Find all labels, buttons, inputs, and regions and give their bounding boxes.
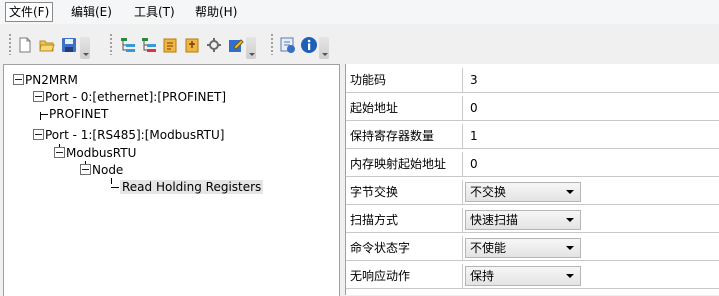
tree-node-read-holding-registers[interactable]: Read Holding Registers bbox=[111, 179, 264, 196]
select-value: 不使能 bbox=[470, 241, 507, 255]
select-value: 快速扫描 bbox=[470, 213, 519, 227]
tree-line bbox=[111, 187, 119, 188]
select-value: 不交换 bbox=[470, 185, 507, 199]
tree-node-modbusrtu[interactable]: ModbusRTU bbox=[54, 145, 136, 162]
dropdown-arrow-icon[interactable] bbox=[566, 274, 574, 278]
property-key: 保持寄存器数量 bbox=[350, 129, 435, 143]
property-key: 命令状态字 bbox=[350, 241, 411, 255]
property-key: 字节交换 bbox=[350, 185, 399, 199]
select-value: 保持 bbox=[470, 269, 495, 283]
tree-node-label: ModbusRTU bbox=[66, 146, 137, 160]
tree-node-label: Port - 0:[ethernet]:[PROFINET] bbox=[45, 90, 227, 104]
property-key: 无响应动作 bbox=[350, 269, 411, 283]
property-row: 功能码 3 bbox=[346, 68, 719, 93]
byte-swap-select[interactable]: 不交换 bbox=[465, 182, 581, 202]
property-value-input[interactable]: 3 bbox=[470, 68, 478, 92]
export-icon[interactable] bbox=[183, 36, 201, 54]
column-divider bbox=[462, 152, 463, 176]
settings-icon[interactable] bbox=[205, 36, 223, 54]
tree-line bbox=[40, 114, 48, 115]
column-divider bbox=[462, 264, 463, 288]
tree-node-node[interactable]: Node bbox=[80, 162, 123, 179]
property-row: 字节交换 不交换 bbox=[346, 180, 719, 205]
column-divider bbox=[462, 68, 463, 92]
property-value-input[interactable]: 0 bbox=[470, 152, 478, 176]
column-divider bbox=[462, 236, 463, 260]
tree-node-label: Node bbox=[92, 163, 124, 177]
column-divider bbox=[462, 208, 463, 232]
menu-bar: 文件(F) 编辑(E) 工具(T) 帮助(H) bbox=[0, 0, 719, 24]
property-key: 起始地址 bbox=[350, 101, 399, 115]
collapse-icon[interactable] bbox=[13, 74, 24, 85]
property-row: 命令状态字 不使能 bbox=[346, 236, 719, 261]
collapse-icon[interactable] bbox=[80, 164, 91, 175]
delete-node-icon[interactable] bbox=[140, 36, 158, 54]
menu-tools[interactable]: 工具(T) bbox=[131, 3, 178, 21]
toolbar-overflow[interactable] bbox=[319, 37, 329, 59]
property-row: 起始地址 0 bbox=[346, 96, 719, 121]
tree-node-port1[interactable]: Port - 1:[RS485]:[ModbusRTU] bbox=[33, 127, 224, 144]
column-divider bbox=[462, 124, 463, 148]
column-divider bbox=[462, 96, 463, 120]
tree-node-label: PROFINET bbox=[49, 107, 109, 121]
property-row: 保持寄存器数量 1 bbox=[346, 124, 719, 149]
dropdown-arrow-icon[interactable] bbox=[566, 218, 574, 222]
toolbar-overflow[interactable] bbox=[246, 37, 256, 59]
edit-icon[interactable] bbox=[227, 36, 245, 54]
property-value-input[interactable]: 1 bbox=[470, 124, 478, 148]
collapse-icon[interactable] bbox=[54, 147, 65, 158]
tree-node-profinet[interactable]: PROFINET bbox=[40, 106, 108, 123]
property-key: 内存映射起始地址 bbox=[350, 157, 447, 171]
command-status-select[interactable]: 不使能 bbox=[465, 238, 581, 258]
tree-node-label: PN2MRM bbox=[25, 73, 78, 87]
tree-node-root[interactable]: PN2MRM bbox=[13, 72, 78, 89]
no-response-action-select[interactable]: 保持 bbox=[465, 266, 581, 286]
toolbar bbox=[0, 25, 719, 61]
property-row: 无响应动作 保持 bbox=[346, 264, 719, 289]
toolbar-grip[interactable] bbox=[110, 33, 112, 55]
add-node-icon[interactable] bbox=[119, 36, 137, 54]
menu-help[interactable]: 帮助(H) bbox=[192, 3, 240, 21]
menu-file[interactable]: 文件(F) bbox=[5, 2, 54, 22]
save-icon[interactable] bbox=[60, 36, 78, 54]
property-grid: 功能码 3 起始地址 0 保持寄存器数量 1 内存映射起始地址 0 字节交换 不… bbox=[345, 64, 719, 295]
toolbar-overflow[interactable] bbox=[80, 37, 90, 59]
tree-node-label: Read Holding Registers bbox=[120, 180, 264, 194]
collapse-icon[interactable] bbox=[33, 91, 44, 102]
column-divider bbox=[462, 180, 463, 204]
new-file-icon[interactable] bbox=[16, 36, 34, 54]
dropdown-arrow-icon[interactable] bbox=[566, 190, 574, 194]
property-value-input[interactable]: 0 bbox=[470, 96, 478, 120]
property-row: 内存映射起始地址 0 bbox=[346, 152, 719, 177]
tree-node-port0[interactable]: Port - 0:[ethernet]:[PROFINET] bbox=[33, 89, 226, 106]
dropdown-arrow-icon[interactable] bbox=[566, 246, 574, 250]
tree-node-label: Port - 1:[RS485]:[ModbusRTU] bbox=[45, 128, 225, 142]
run-icon[interactable] bbox=[279, 36, 297, 54]
toolbar-grip[interactable] bbox=[271, 33, 273, 55]
collapse-icon[interactable] bbox=[33, 129, 44, 140]
toolbar-grip[interactable] bbox=[9, 33, 11, 55]
property-key: 扫描方式 bbox=[350, 213, 399, 227]
property-row: 扫描方式 快速扫描 bbox=[346, 208, 719, 233]
info-icon[interactable] bbox=[300, 36, 318, 54]
import-icon[interactable] bbox=[161, 36, 179, 54]
scan-mode-select[interactable]: 快速扫描 bbox=[465, 210, 581, 230]
device-tree: PN2MRM Port - 0:[ethernet]:[PROFINET] PR… bbox=[3, 64, 340, 296]
property-key: 功能码 bbox=[350, 73, 387, 87]
open-folder-icon[interactable] bbox=[38, 36, 56, 54]
menu-edit[interactable]: 编辑(E) bbox=[68, 3, 115, 21]
